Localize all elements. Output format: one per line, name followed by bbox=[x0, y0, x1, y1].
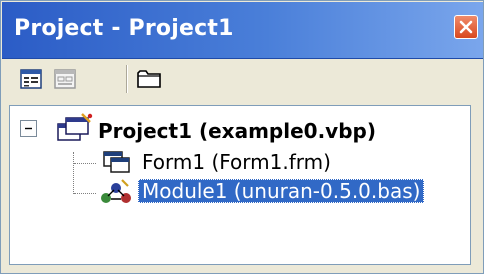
close-button[interactable] bbox=[454, 15, 478, 39]
toolbar bbox=[2, 59, 483, 99]
module-icon bbox=[101, 179, 131, 203]
view-object-button[interactable] bbox=[50, 65, 80, 93]
collapse-toggle[interactable] bbox=[20, 120, 37, 137]
tree-connector bbox=[73, 152, 74, 194]
project-explorer-window: Project - Project1 Project1 (example0.vb… bbox=[0, 0, 484, 274]
view-code-button[interactable] bbox=[16, 65, 46, 93]
tree-root-label[interactable]: Project1 (example0.vbp) bbox=[98, 119, 376, 143]
view-object-icon bbox=[54, 69, 76, 89]
project-tree[interactable]: Project1 (example0.vbp) Form1 (Form1.frm… bbox=[9, 105, 471, 265]
toolbar-separator bbox=[126, 65, 127, 93]
title-bar[interactable]: Project - Project1 bbox=[2, 2, 483, 59]
tree-connector bbox=[74, 163, 96, 164]
tree-item-module1[interactable]: Module1 (unuran-0.5.0.bas) bbox=[138, 179, 425, 203]
close-icon bbox=[459, 20, 473, 34]
tree-item-form1[interactable]: Form1 (Form1.frm) bbox=[142, 150, 331, 174]
window-title: Project - Project1 bbox=[14, 16, 234, 41]
toggle-folders-button[interactable] bbox=[134, 65, 164, 93]
tree-connector bbox=[74, 193, 96, 194]
folder-icon bbox=[137, 70, 161, 88]
vb-project-icon bbox=[57, 113, 93, 141]
view-code-icon bbox=[20, 69, 42, 89]
form-icon bbox=[103, 151, 130, 173]
minus-icon bbox=[25, 127, 32, 130]
